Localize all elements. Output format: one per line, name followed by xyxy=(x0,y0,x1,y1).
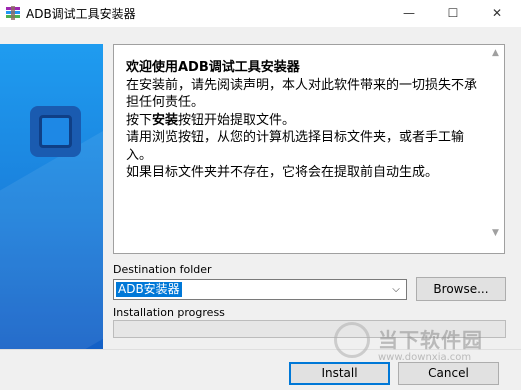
license-text: 欢迎使用ADB调试工具安装器 在安装前，请先阅读声明，本人对此软件带来的一切损失… xyxy=(126,59,486,182)
maximize-button[interactable]: ☐ xyxy=(431,0,475,27)
scroll-down-icon[interactable]: ▼ xyxy=(490,228,501,239)
install-button[interactable]: Install xyxy=(289,362,390,385)
sidebar-banner xyxy=(0,44,103,349)
folder-note: 如果目标文件夹并不存在，它将会在提取前自动生成。 xyxy=(126,165,439,180)
close-button[interactable]: ✕ xyxy=(475,0,519,27)
watermark-circle-icon xyxy=(334,322,370,358)
cancel-button[interactable]: Cancel xyxy=(398,362,499,385)
browse-instruction: 请用浏览按钮，从您的计算机选择目标文件夹，或者手工输入。 xyxy=(126,130,465,163)
destination-folder-value[interactable]: ADB安装器 xyxy=(116,282,182,297)
license-textbox[interactable]: 欢迎使用ADB调试工具安装器 在安装前，请先阅读声明，本人对此软件带来的一切损失… xyxy=(113,44,505,254)
destination-folder-combobox[interactable]: ADB安装器 ⌵ xyxy=(113,279,407,300)
window-title: ADB调试工具安装器 xyxy=(26,7,136,21)
install-instruction-suffix: 按钮开始提取文件。 xyxy=(178,112,296,128)
watermark-title: 当下软件园 xyxy=(378,328,483,352)
minimize-button[interactable]: — xyxy=(387,0,431,27)
logo-inner xyxy=(39,115,72,148)
install-instruction-prefix: 按下 xyxy=(126,112,153,128)
title-bar: ADB调试工具安装器 — ☐ ✕ xyxy=(0,0,521,27)
scroll-up-icon[interactable]: ▲ xyxy=(490,48,501,59)
browse-button[interactable]: Browse... xyxy=(416,277,506,301)
square-logo-icon xyxy=(30,106,81,157)
disclaimer-text: 在安装前，请先阅读声明，本人对此软件带来的一切损失不承担任何责任。 xyxy=(126,77,478,111)
install-instruction-bold: 安装 xyxy=(152,112,179,128)
progress-label: Installation progress xyxy=(113,306,225,319)
destination-label: Destination folder xyxy=(113,263,212,276)
welcome-headline: 欢迎使用ADB调试工具安装器 xyxy=(126,60,300,75)
app-icon xyxy=(6,6,20,20)
chevron-down-icon[interactable]: ⌵ xyxy=(389,282,403,297)
vertical-scrollbar[interactable]: ▲ ▼ xyxy=(487,45,504,253)
install-instruction: 按下安装按钮开始提取文件。 xyxy=(126,112,486,130)
